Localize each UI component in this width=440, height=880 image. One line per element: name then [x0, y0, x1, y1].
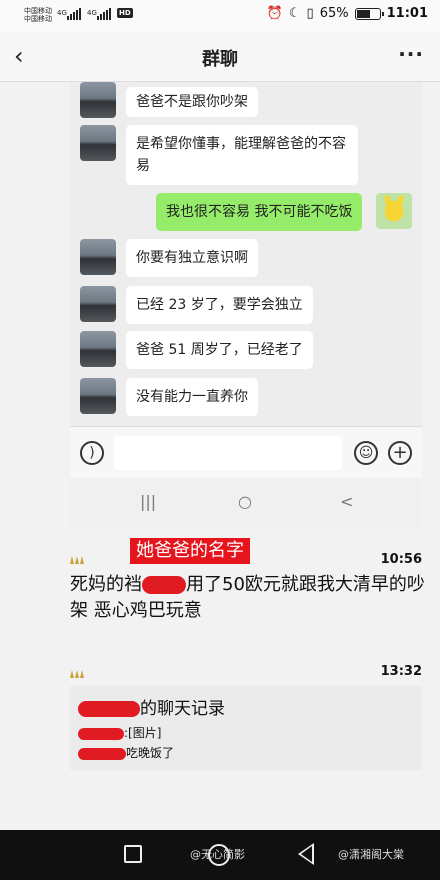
clock: 11:01 — [386, 6, 428, 21]
crown-icon — [70, 554, 84, 564]
plus-icon[interactable]: + — [388, 441, 412, 465]
vibrate-icon: ▯ — [306, 6, 314, 21]
card-line: 吃晚饭了 — [78, 744, 174, 761]
nav-bar: ‹ 群聊 ··· — [0, 32, 440, 82]
signal-icon-1 — [67, 8, 81, 20]
more-icon[interactable]: ··· — [398, 42, 424, 66]
avatar — [80, 82, 116, 118]
battery-percent: 65% — [319, 6, 349, 21]
emoji-icon[interactable]: ☺ — [354, 441, 378, 465]
redaction — [142, 576, 186, 594]
moon-icon: ☾ — [288, 6, 301, 21]
message-bubble: 是希望你懂事，能理解爸爸的不容易 — [126, 125, 358, 185]
battery-fill — [356, 9, 371, 18]
signal-icon-2 — [97, 8, 111, 20]
message-input[interactable] — [114, 436, 342, 470]
message-bubble: 没有能力一直养你 — [126, 378, 258, 416]
forwarded-chat-card[interactable]: 的聊天记录 :[图片] 吃晚饭了 — [70, 686, 422, 770]
message-bubble: 爸爸 51 周岁了，已经老了 — [126, 331, 313, 369]
self-avatar — [376, 193, 412, 229]
back-nav-icon: < — [340, 492, 354, 511]
avatar — [80, 239, 116, 275]
back-button[interactable] — [298, 843, 314, 865]
watermark: @无心简影 — [190, 848, 245, 861]
page-title: 群聊 — [202, 49, 238, 70]
network-type-1: 4G — [57, 9, 67, 17]
card-title: 的聊天记录 — [78, 694, 225, 719]
carrier-1: 中国移动 — [24, 7, 52, 15]
home-icon: ○ — [238, 492, 252, 511]
redaction — [78, 701, 140, 717]
chat-screenshot: 爸爸不是跟你吵架 是希望你懂事，能理解爸爸的不容易 我也很不容易 我不可能不吃饭… — [70, 82, 422, 530]
alarm-icon: ⏰ — [266, 6, 283, 21]
message-bubble-self: 我也很不容易 我不可能不吃饭 — [156, 193, 363, 231]
post-text-part: 死妈的 — [70, 574, 124, 595]
battery-icon — [354, 7, 384, 20]
post-time: 13:32 — [380, 664, 422, 679]
post-text-partial: 裆 — [124, 574, 142, 595]
system-nav-bar: @无心简影 @潇湘阁大棠 — [0, 830, 440, 880]
recent-apps-icon: ||| — [140, 492, 157, 511]
message-bubble: 你要有独立意识啊 — [126, 239, 258, 277]
avatar — [80, 125, 116, 161]
network-type-2: 4G — [87, 9, 97, 17]
message-bubble: 已经 23 岁了，要学会独立 — [126, 286, 313, 324]
card-line: :[图片] — [78, 724, 161, 741]
carrier-2: 中国移动 — [24, 15, 52, 23]
post-time: 10:56 — [380, 552, 422, 567]
avatar — [80, 378, 116, 414]
recents-button[interactable] — [124, 845, 142, 863]
watermark: @潇湘阁大棠 — [338, 848, 404, 861]
avatar — [80, 331, 116, 367]
status-bar: 中国移动 中国移动 4G 4G HD ⏰ ☾ ▯ 65% 11:01 — [0, 0, 440, 32]
chat-input-bar: ) ☺ + — [70, 426, 422, 478]
redaction — [78, 747, 126, 760]
redaction — [78, 727, 124, 740]
post-text: 死妈的裆 用了50欧元就跟我大清早的吵架 恶心鸡巴玩意 — [70, 572, 430, 624]
hd-badge: HD — [117, 8, 133, 18]
voice-icon[interactable]: ) — [80, 441, 104, 465]
avatar — [80, 286, 116, 322]
inner-system-nav: ||| ○ < — [70, 478, 422, 530]
message-bubble: 爸爸不是跟你吵架 — [126, 87, 258, 117]
crown-icon — [70, 668, 84, 678]
carrier-labels: 中国移动 中国移动 — [24, 7, 52, 23]
annotation-label: 她爸爸的名字 — [130, 538, 250, 564]
